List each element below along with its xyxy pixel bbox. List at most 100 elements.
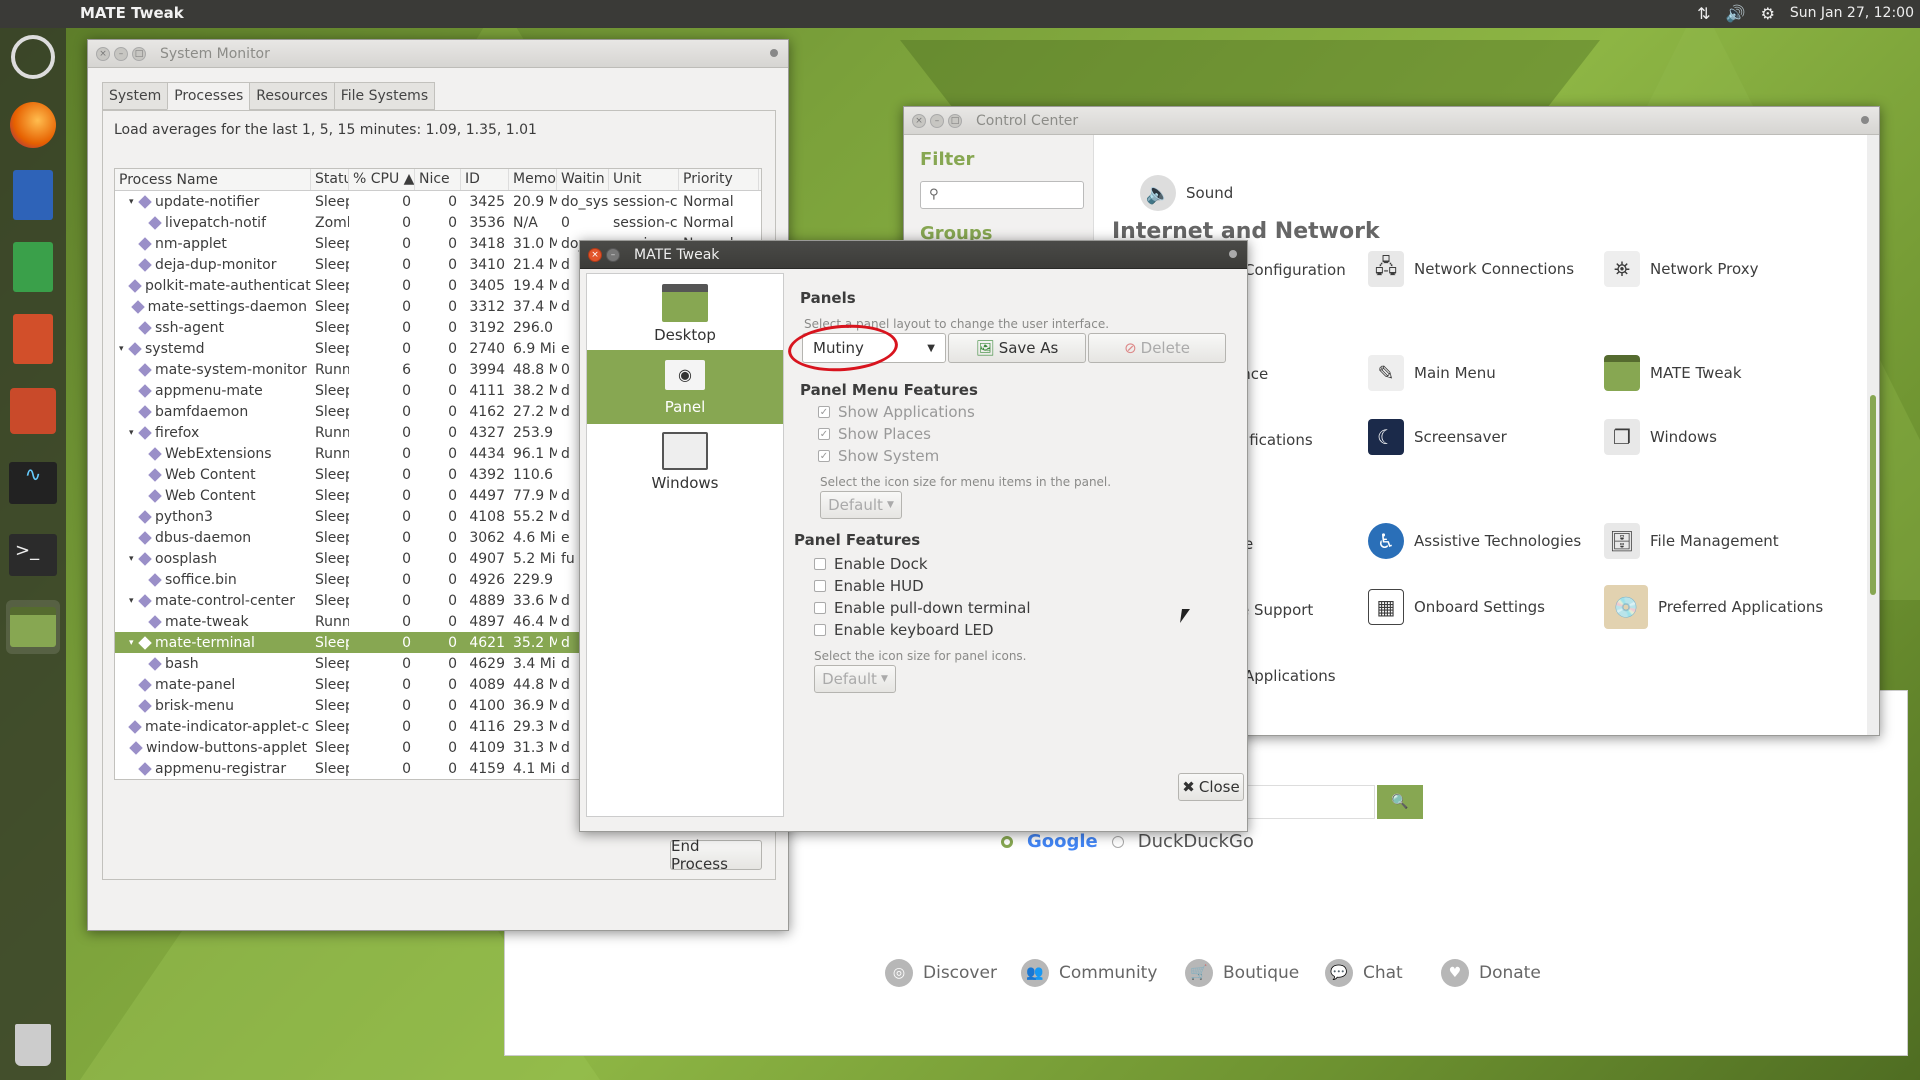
enable-hud-checkbox[interactable]: Enable HUD: [814, 577, 924, 595]
delete-button[interactable]: ⊘ Delete: [1088, 333, 1226, 363]
mate-tweak-icon[interactable]: [6, 600, 60, 654]
close-icon[interactable]: ×: [912, 113, 926, 128]
maximize-icon[interactable]: □: [132, 46, 146, 61]
save-as-button[interactable]: 🖼 Save As: [948, 333, 1086, 363]
link-discover[interactable]: ◎ Discover: [885, 959, 997, 987]
process-name: mate-settings-daemon: [147, 298, 307, 315]
onboard-settings-item[interactable]: ▦ Onboard Settings: [1368, 589, 1545, 625]
system-monitor-titlebar[interactable]: × – □ System Monitor: [88, 40, 788, 68]
category-desktop[interactable]: Desktop: [587, 276, 783, 350]
mate-tweak-item[interactable]: MATE Tweak: [1604, 355, 1742, 391]
id-cell: 4111: [469, 382, 505, 399]
writer-icon[interactable]: [6, 168, 60, 222]
screensaver-item[interactable]: ☾ Screensaver: [1368, 419, 1507, 455]
network-icon[interactable]: ⇅: [1694, 3, 1714, 23]
window-menu-icon[interactable]: [770, 49, 778, 57]
tab-processes[interactable]: Processes: [167, 82, 251, 110]
col-unit[interactable]: Unit: [609, 169, 679, 190]
engine-duckduckgo[interactable]: DuckDuckGo: [1138, 831, 1254, 852]
terminal-icon[interactable]: >_: [6, 528, 60, 582]
category-panel[interactable]: ◉ Panel: [587, 350, 783, 424]
control-center-titlebar[interactable]: × – □ Control Center: [904, 107, 1879, 135]
firefox-icon[interactable]: [6, 98, 60, 152]
network-proxy-item[interactable]: ⛯ Network Proxy: [1604, 251, 1759, 287]
enable-pulldown-terminal-checkbox[interactable]: Enable pull-down terminal: [814, 599, 1031, 617]
close-icon[interactable]: ×: [588, 247, 602, 262]
process-name: mate-panel: [155, 676, 236, 693]
assistive-technologies-item[interactable]: ♿ Assistive Technologies: [1368, 523, 1581, 559]
filter-input[interactable]: ⚲: [920, 181, 1084, 209]
applications-item[interactable]: Applications: [1244, 667, 1336, 685]
cpu-cell: 0: [402, 739, 411, 756]
col-id[interactable]: ID: [461, 169, 509, 190]
window-menu-icon[interactable]: [1229, 250, 1237, 258]
end-process-button[interactable]: End Process: [670, 837, 762, 873]
file-management-item[interactable]: 🗄 File Management: [1604, 523, 1779, 559]
close-icon[interactable]: ×: [96, 46, 110, 61]
support-item[interactable]: e Support: [1240, 601, 1313, 619]
memory-cell: 37.4 M: [513, 298, 557, 315]
link-chat[interactable]: 💬 Chat: [1325, 959, 1403, 987]
clock[interactable]: Sun Jan 27, 12:00: [1790, 5, 1914, 21]
col-process-name[interactable]: Process Name: [115, 169, 311, 190]
minimize-icon[interactable]: –: [114, 46, 128, 61]
system-monitor-icon[interactable]: ∿: [6, 456, 60, 510]
panel-icon-size-dropdown[interactable]: Default ▼: [814, 665, 896, 693]
tab-resources[interactable]: Resources: [249, 82, 335, 110]
process-icon: [148, 215, 162, 230]
col-waiting[interactable]: Waitin: [557, 169, 609, 190]
tab-file-systems[interactable]: File Systems: [333, 82, 436, 110]
col-memory[interactable]: Memo: [509, 169, 557, 190]
table-row[interactable]: livepatch-notif Zoml 0 0 3536 N/A 0 session-c1N…: [115, 212, 761, 233]
col-cpu[interactable]: % CPU ▲: [349, 169, 415, 190]
engine-google-radio[interactable]: [1001, 835, 1013, 848]
volume-icon[interactable]: 🔊: [1726, 3, 1746, 23]
ubuntu-logo-icon[interactable]: [6, 30, 60, 84]
link-donate[interactable]: ♥ Donate: [1441, 959, 1541, 987]
mate-tweak-titlebar[interactable]: × – MATE Tweak: [580, 241, 1247, 269]
enable-keyboard-led-checkbox[interactable]: Enable keyboard LED: [814, 621, 994, 639]
link-boutique[interactable]: 🛒 Boutique: [1185, 959, 1299, 987]
menu-icon-size-dropdown[interactable]: Default ▼: [820, 491, 902, 519]
windows-item[interactable]: ❐ Windows: [1604, 419, 1717, 455]
maximize-icon[interactable]: □: [948, 113, 962, 128]
close-button[interactable]: ✖ Close: [1178, 773, 1244, 801]
engine-duckduckgo-radio[interactable]: [1111, 835, 1124, 848]
show-applications-checkbox[interactable]: ✓ Show Applications: [818, 403, 975, 421]
col-priority[interactable]: Priority: [679, 169, 759, 190]
window-title: Control Center: [976, 112, 1079, 129]
cpu-cell: 0: [402, 382, 411, 399]
category-windows[interactable]: Windows: [587, 426, 783, 500]
col-status[interactable]: Statu: [311, 169, 349, 190]
minimize-icon[interactable]: –: [930, 113, 944, 128]
tools-icon[interactable]: [6, 384, 60, 438]
link-community[interactable]: 👥 Community: [1021, 959, 1157, 987]
status-cell: Sleep: [315, 697, 349, 714]
show-system-checkbox[interactable]: ✓ Show System: [818, 447, 939, 465]
scrollbar[interactable]: [1867, 135, 1879, 735]
sound-item[interactable]: 🔈 Sound: [1140, 175, 1233, 211]
search-button[interactable]: 🔍: [1377, 785, 1423, 819]
enable-dock-checkbox[interactable]: Enable Dock: [814, 555, 928, 573]
settings-icon[interactable]: ⚙: [1758, 3, 1778, 23]
window-menu-icon[interactable]: [1861, 116, 1869, 124]
process-name-cell: mate-settings-daemon: [115, 299, 311, 315]
engine-google[interactable]: Google: [1027, 831, 1098, 852]
tab-system[interactable]: System: [102, 82, 169, 110]
preferred-applications-item[interactable]: 💿 Preferred Applications: [1604, 585, 1823, 629]
configuration-item[interactable]: Configuration: [1244, 261, 1346, 279]
calc-icon[interactable]: [6, 240, 60, 294]
panel-icon-hint: Select the icon size for panel icons.: [814, 649, 1027, 663]
main-menu-item[interactable]: ✎ Main Menu: [1368, 355, 1496, 391]
network-connections-item[interactable]: 🖧 Network Connections: [1368, 251, 1574, 287]
table-row[interactable]: ▾update-notifierSleep 0 0 3425 20.9 Mdo_syss…: [115, 191, 761, 212]
status-cell: Sleep: [315, 550, 349, 567]
minimize-icon[interactable]: –: [606, 247, 620, 262]
process-icon: [148, 614, 162, 629]
col-nice[interactable]: Nice: [415, 169, 461, 190]
trash-icon[interactable]: [6, 1018, 60, 1072]
nice-cell: 0: [448, 760, 457, 777]
impress-icon[interactable]: [6, 312, 60, 366]
memory-cell: N/A: [513, 214, 538, 231]
show-places-checkbox[interactable]: ✓ Show Places: [818, 425, 931, 443]
